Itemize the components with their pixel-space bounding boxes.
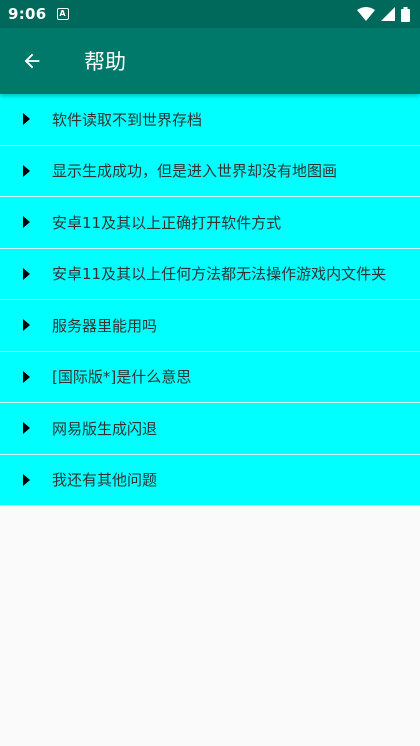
help-item-label: 我还有其他问题 [52,471,158,490]
page-title: 帮助 [84,50,126,74]
expand-arrow-icon [23,370,30,383]
status-time: 9:06 [8,5,47,23]
help-item-label: 软件读取不到世界存档 [52,110,203,129]
help-item-android11-open[interactable]: 安卓11及其以上正确打开软件方式 [0,197,420,249]
help-item-international[interactable]: [国际版*]是什么意思 [0,351,420,403]
expand-arrow-icon [23,267,30,280]
status-bar: 9:06 A [0,0,420,28]
help-item-world-save[interactable]: 软件读取不到世界存档 [0,94,420,146]
app-bar: 帮助 [0,28,420,94]
expand-arrow-icon [23,216,30,229]
back-button[interactable] [0,28,64,94]
help-item-label: [国际版*]是什么意思 [52,368,192,387]
battery-icon [401,6,410,22]
expand-arrow-icon [23,113,30,126]
notification-icon: A [56,8,69,20]
help-item-label: 安卓11及其以上任何方法都无法操作游戏内文件夹 [52,265,387,284]
expand-arrow-icon [23,319,30,332]
help-item-label: 显示生成成功，但是进入世界却没有地图画 [52,162,338,181]
help-item-label: 网易版生成闪退 [52,419,158,438]
arrow-back-icon [24,53,40,69]
signal-icon [381,7,395,21]
wifi-icon [357,7,375,21]
expand-arrow-icon [23,164,30,177]
help-item-label: 服务器里能用吗 [52,316,158,335]
status-icons [357,6,410,22]
help-item-server[interactable]: 服务器里能用吗 [0,300,420,352]
help-item-other[interactable]: 我还有其他问题 [0,454,420,506]
help-item-no-map[interactable]: 显示生成成功，但是进入世界却没有地图画 [0,145,420,197]
expand-arrow-icon [23,422,30,435]
help-item-label: 安卓11及其以上正确打开软件方式 [52,213,282,232]
help-item-netease-crash[interactable]: 网易版生成闪退 [0,403,420,455]
help-item-android11-folder[interactable]: 安卓11及其以上任何方法都无法操作游戏内文件夹 [0,248,420,300]
help-list: 软件读取不到世界存档 显示生成成功，但是进入世界却没有地图画 安卓11及其以上正… [0,94,420,506]
expand-arrow-icon [23,473,30,486]
